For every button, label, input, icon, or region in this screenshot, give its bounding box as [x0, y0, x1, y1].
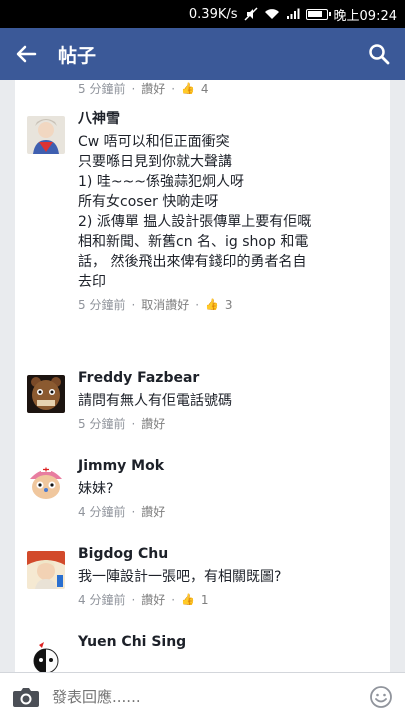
comment-time: 4 分鐘前: [78, 505, 126, 519]
like-count: 3: [224, 297, 233, 312]
comment-meta: 5 分鐘前 · 讚好: [78, 415, 166, 432]
commenter-name[interactable]: Jimmy Mok: [78, 457, 380, 475]
avatar[interactable]: [27, 639, 65, 672]
comment-time: 5 分鐘前: [78, 298, 126, 312]
thumbs-up-icon: 👍: [205, 298, 219, 311]
commenter-name[interactable]: Freddy Fazbear: [78, 369, 380, 387]
thumbs-up-icon: 👍: [181, 82, 195, 95]
status-bar: 0.39K/s 晚上09:24: [0, 0, 405, 28]
page-title: 帖子: [58, 44, 97, 67]
comments-card: 5 分鐘前 · 讚好 · 👍 4 八神雪 Cw 唔可以和佢正面衝突 只要喺日見到…: [15, 80, 390, 672]
clock: 晚上09:24: [333, 8, 397, 24]
arrow-left-icon: [16, 45, 37, 63]
commenter-name[interactable]: 八神雪: [78, 110, 380, 128]
smiley-icon: [370, 685, 392, 708]
comment-meta: 4 分鐘前 · 讚好 · 👍 1: [78, 591, 209, 608]
camera-button[interactable]: [0, 673, 52, 720]
emoji-button[interactable]: [357, 673, 405, 720]
unlike-link[interactable]: 取消讚好: [141, 296, 189, 313]
avatar[interactable]: [27, 375, 65, 413]
comment-meta: 5 分鐘前 · 取消讚好 · 👍 3: [78, 296, 233, 313]
like-link[interactable]: 讚好: [141, 503, 165, 520]
network-speed: 0.39K/s: [188, 6, 238, 22]
avatar[interactable]: [27, 116, 65, 154]
camera-icon: [13, 687, 39, 707]
comment-input[interactable]: [52, 676, 357, 717]
battery-icon: [305, 8, 331, 20]
app-header: 帖子: [0, 28, 405, 80]
avatar[interactable]: [27, 551, 65, 589]
comment-meta: 4 分鐘前 · 讚好: [78, 503, 166, 520]
wifi-icon: [264, 8, 280, 20]
avatar[interactable]: [27, 463, 65, 501]
mute-icon: [244, 7, 258, 21]
comment-text: Cw 唔可以和佢正面衝突 只要喺日見到你就大聲講 1) 哇~~~係強蒜犯炯人呀 …: [78, 134, 312, 290]
comment-time: 4 分鐘前: [78, 593, 126, 607]
back-button[interactable]: [0, 28, 52, 80]
like-link[interactable]: 讚好: [141, 591, 165, 608]
signal-icon: [286, 8, 300, 20]
search-icon: [369, 44, 390, 65]
like-link[interactable]: 讚好: [141, 80, 165, 97]
comment-text: 妹妹?: [78, 481, 114, 497]
like-link[interactable]: 讚好: [141, 415, 165, 432]
thumbs-up-icon: 👍: [181, 593, 195, 606]
like-count: 1: [200, 592, 209, 607]
previous-comment-meta: 5 分鐘前 · 讚好 · 👍 4: [78, 80, 209, 97]
comment-feed[interactable]: 5 分鐘前 · 讚好 · 👍 4 八神雪 Cw 唔可以和佢正面衝突 只要喺日見到…: [0, 80, 405, 672]
comment-time: 5 分鐘前: [78, 82, 126, 96]
comment-text: 請問有無人有佢電話號碼: [78, 393, 232, 409]
comment-text: 我一陣設計一張吧，有相關既圖?: [78, 569, 282, 585]
commenter-name[interactable]: Bigdog Chu: [78, 545, 380, 563]
comment-composer: [0, 672, 405, 720]
comment-time: 5 分鐘前: [78, 417, 126, 431]
like-count: 4: [200, 81, 209, 96]
commenter-name[interactable]: Yuen Chi Sing: [78, 633, 380, 651]
search-button[interactable]: [353, 28, 405, 80]
